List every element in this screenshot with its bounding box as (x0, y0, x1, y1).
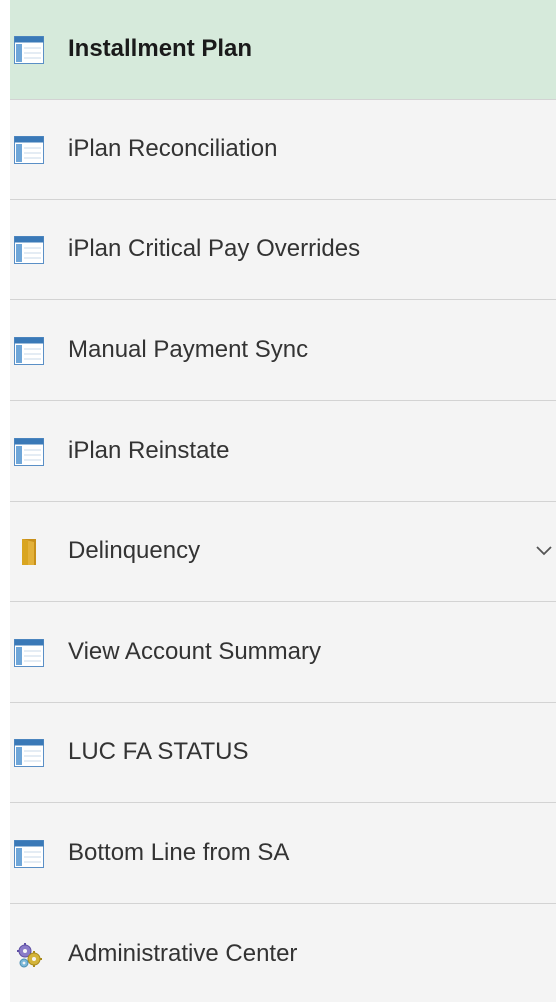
chevron-down-icon[interactable] (534, 542, 554, 558)
nav-item-label: iPlan Critical Pay Overrides (68, 235, 361, 262)
component-page-icon (14, 136, 44, 164)
nav-item-label: Delinquency (68, 537, 201, 564)
component-page-icon (14, 337, 44, 365)
nav-item-administrative-center[interactable]: Administrative Center (10, 905, 556, 1002)
navigation-collection: Installment Plan iPlan Reconciliation iP… (10, 0, 556, 1002)
nav-item-view-account-summary[interactable]: View Account Summary (10, 603, 556, 703)
nav-item-luc-fa-status[interactable]: LUC FA STATUS (10, 703, 556, 803)
component-page-icon (14, 236, 44, 264)
nav-item-iplan-reconciliation[interactable]: iPlan Reconciliation (10, 100, 556, 200)
folder-icon (14, 538, 44, 566)
nav-item-label: View Account Summary (68, 638, 321, 665)
gear-cluster-icon (14, 941, 44, 969)
nav-item-label: Bottom Line from SA (68, 839, 290, 866)
nav-item-label: Administrative Center (68, 940, 298, 967)
nav-item-label: Installment Plan (68, 35, 253, 62)
nav-item-manual-payment-sync[interactable]: Manual Payment Sync (10, 301, 556, 401)
nav-item-label: iPlan Reinstate (68, 437, 230, 464)
component-page-icon (14, 639, 44, 667)
component-page-icon (14, 36, 44, 64)
nav-item-iplan-critical-pay-overrides[interactable]: iPlan Critical Pay Overrides (10, 200, 556, 300)
nav-item-bottom-line-from-sa[interactable]: Bottom Line from SA (10, 804, 556, 904)
nav-item-label: iPlan Reconciliation (68, 135, 278, 162)
component-page-icon (14, 840, 44, 868)
nav-folder-delinquency[interactable]: Delinquency (10, 502, 556, 602)
nav-item-iplan-reinstate[interactable]: iPlan Reinstate (10, 402, 556, 502)
component-page-icon (14, 739, 44, 767)
nav-item-installment-plan[interactable]: Installment Plan (10, 0, 556, 100)
component-page-icon (14, 438, 44, 466)
nav-item-label: Manual Payment Sync (68, 336, 309, 363)
nav-item-label: LUC FA STATUS (68, 738, 249, 765)
